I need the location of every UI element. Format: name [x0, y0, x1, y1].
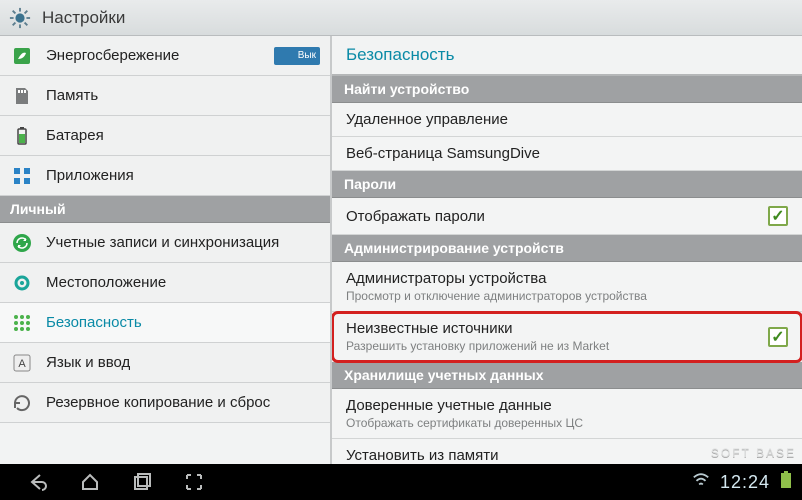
- item-device-admins[interactable]: Администраторы устройства Просмотр и отк…: [332, 262, 802, 312]
- back-button[interactable]: [26, 470, 50, 494]
- section-header-device-admin: Администрирование устройств: [332, 235, 802, 262]
- wifi-icon: [692, 471, 710, 494]
- item-title: Доверенные учетные данные: [346, 397, 788, 414]
- sidebar-item-label: Память: [46, 87, 320, 104]
- sidebar-item-power-saving[interactable]: Энергосбережение Вык: [0, 36, 330, 76]
- sidebar-item-label: Учетные записи и синхронизация: [46, 234, 320, 251]
- sidebar-item-backup-reset[interactable]: Резервное копирование и сброс: [0, 383, 330, 423]
- watermark: SOFT BASE: [711, 446, 796, 460]
- sidebar-item-label: Резервное копирование и сброс: [46, 394, 320, 411]
- sidebar-item-location[interactable]: Местоположение: [0, 263, 330, 303]
- language-icon: A: [10, 351, 34, 375]
- app-title: Настройки: [42, 8, 125, 28]
- sidebar-item-label: Местоположение: [46, 274, 320, 291]
- section-header-credential-storage: Хранилище учетных данных: [332, 362, 802, 389]
- location-icon: [10, 271, 34, 295]
- settings-gear-icon: [8, 6, 32, 30]
- sidebar: Энергосбережение Вык Память Батарея Прил…: [0, 36, 332, 464]
- status-clock: 12:24: [720, 472, 770, 493]
- status-icons: 12:24: [692, 471, 802, 494]
- item-subtitle: Отображать сертификаты доверенных ЦС: [346, 416, 788, 430]
- item-title: Удаленное управление: [346, 111, 788, 128]
- home-button[interactable]: [78, 470, 102, 494]
- item-show-passwords[interactable]: Отображать пароли ✓: [332, 198, 802, 235]
- sidebar-item-security[interactable]: Безопасность: [0, 303, 330, 343]
- item-samsungdive-page[interactable]: Веб-страница SamsungDive: [332, 137, 802, 171]
- sidebar-item-apps[interactable]: Приложения: [0, 156, 330, 196]
- sd-card-icon: [10, 84, 34, 108]
- sidebar-item-label: Батарея: [46, 127, 320, 144]
- apps-grid-icon: [10, 164, 34, 188]
- detail-pane: Безопасность Найти устройство Удаленное …: [332, 36, 802, 464]
- sidebar-item-label: Безопасность: [46, 314, 320, 331]
- checkbox-checked-icon[interactable]: ✓: [768, 327, 788, 347]
- system-navbar: 12:24: [0, 464, 802, 500]
- recent-apps-button[interactable]: [130, 470, 154, 494]
- battery-icon: [10, 124, 34, 148]
- battery-status-icon: [780, 471, 792, 494]
- sidebar-item-battery[interactable]: Батарея: [0, 116, 330, 156]
- security-grid-icon: [10, 311, 34, 335]
- section-header-personal: Личный: [0, 196, 330, 223]
- item-title: Администраторы устройства: [346, 270, 788, 287]
- sync-icon: [10, 231, 34, 255]
- titlebar: Настройки: [0, 0, 802, 36]
- power-saving-toggle[interactable]: Вык: [274, 47, 320, 65]
- item-subtitle: Разрешить установку приложений не из Mar…: [346, 339, 768, 353]
- sidebar-item-label: Энергосбережение: [46, 47, 274, 64]
- item-subtitle: Просмотр и отключение администраторов ус…: [346, 289, 788, 303]
- item-title: Веб-страница SamsungDive: [346, 145, 788, 162]
- sidebar-item-language-input[interactable]: A Язык и ввод: [0, 343, 330, 383]
- section-header-find-device: Найти устройство: [332, 76, 802, 103]
- leaf-icon: [10, 44, 34, 68]
- svg-text:A: A: [18, 358, 26, 370]
- item-trusted-credentials[interactable]: Доверенные учетные данные Отображать сер…: [332, 389, 802, 439]
- item-title: Неизвестные источники: [346, 320, 768, 337]
- checkbox-checked-icon[interactable]: ✓: [768, 206, 788, 226]
- sidebar-item-label: Язык и ввод: [46, 354, 320, 371]
- backup-icon: [10, 391, 34, 415]
- detail-header: Безопасность: [332, 36, 802, 76]
- item-remote-control[interactable]: Удаленное управление: [332, 103, 802, 137]
- item-unknown-sources[interactable]: Неизвестные источники Разрешить установк…: [332, 312, 802, 362]
- item-title: Отображать пароли: [346, 208, 768, 225]
- screenshot-button[interactable]: [182, 470, 206, 494]
- sidebar-item-label: Приложения: [46, 167, 320, 184]
- sidebar-item-storage[interactable]: Память: [0, 76, 330, 116]
- sidebar-item-accounts-sync[interactable]: Учетные записи и синхронизация: [0, 223, 330, 263]
- section-header-passwords: Пароли: [332, 171, 802, 198]
